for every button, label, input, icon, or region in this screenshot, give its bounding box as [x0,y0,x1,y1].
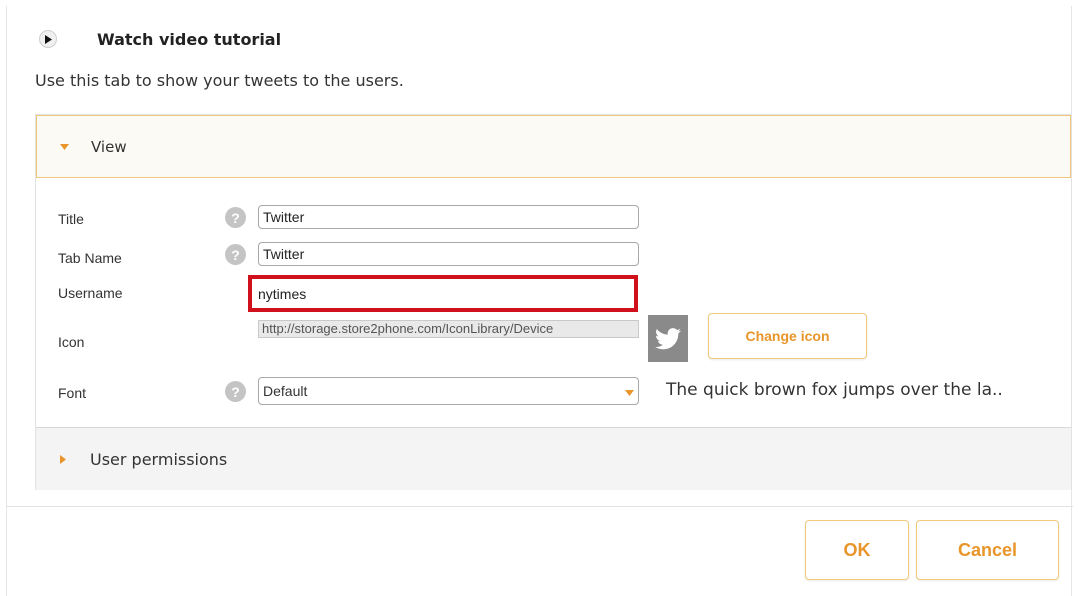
video-tutorial-label[interactable]: Watch video tutorial [97,30,281,49]
intro-text: Use this tab to show your tweets to the … [35,71,404,90]
username-input[interactable] [258,285,628,302]
caret-down-icon [59,142,69,152]
play-icon[interactable] [39,30,57,48]
username-highlight [248,275,638,312]
help-icon[interactable]: ? [225,244,246,265]
change-icon-button[interactable]: Change icon [708,313,867,359]
video-tutorial-link[interactable]: Watch video tutorial [39,28,281,50]
help-icon[interactable]: ? [225,381,246,402]
icon-url-field: http://storage.store2phone.com/IconLibra… [258,320,639,338]
settings-panel: View Title ? Tab Name ? Username Icon ht… [35,114,1072,490]
tab-name-label: Tab Name [58,250,122,266]
twitter-bird-icon [648,315,688,362]
user-permissions-header[interactable]: User permissions [36,427,1071,490]
tab-name-input[interactable] [258,242,639,266]
view-section-label: View [91,137,127,156]
font-preview: The quick brown fox jumps over the la.. [666,380,1003,400]
chevron-down-icon [625,383,634,399]
icon-label: Icon [58,334,85,350]
dialog: Watch video tutorial Use this tab to sho… [6,6,1073,596]
user-permissions-label: User permissions [90,449,228,469]
footer-divider [7,506,1073,507]
ok-button[interactable]: OK [805,520,909,580]
view-section-header[interactable]: View [36,115,1071,178]
font-select-value: Default [263,383,308,399]
username-label: Username [58,285,123,301]
title-input[interactable] [258,205,639,229]
caret-right-icon [58,454,68,464]
font-label: Font [58,385,87,401]
font-select[interactable]: Default [258,377,639,405]
title-label: Title [58,211,84,227]
help-icon[interactable]: ? [225,207,246,228]
cancel-button[interactable]: Cancel [916,520,1059,580]
